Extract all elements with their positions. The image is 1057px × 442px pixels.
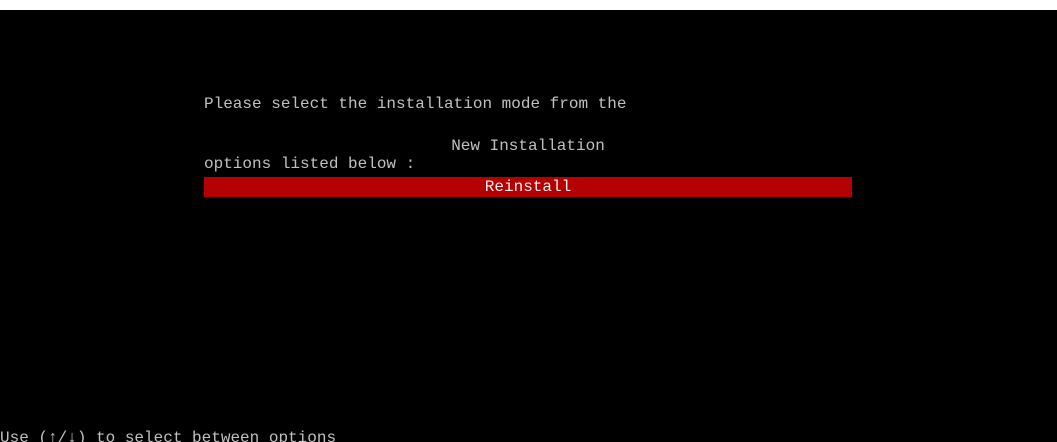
option-new-installation[interactable]: New Installation	[204, 136, 852, 156]
installer-console-screen: Please select the installation mode from…	[0, 10, 1057, 442]
prompt-line-1: Please select the installation mode from…	[204, 95, 627, 113]
option-reinstall[interactable]: Reinstall	[204, 177, 852, 197]
prompt-line-2: options listed below :	[204, 155, 416, 173]
navigation-hint: Use (↑/↓) to select between options	[0, 429, 337, 442]
